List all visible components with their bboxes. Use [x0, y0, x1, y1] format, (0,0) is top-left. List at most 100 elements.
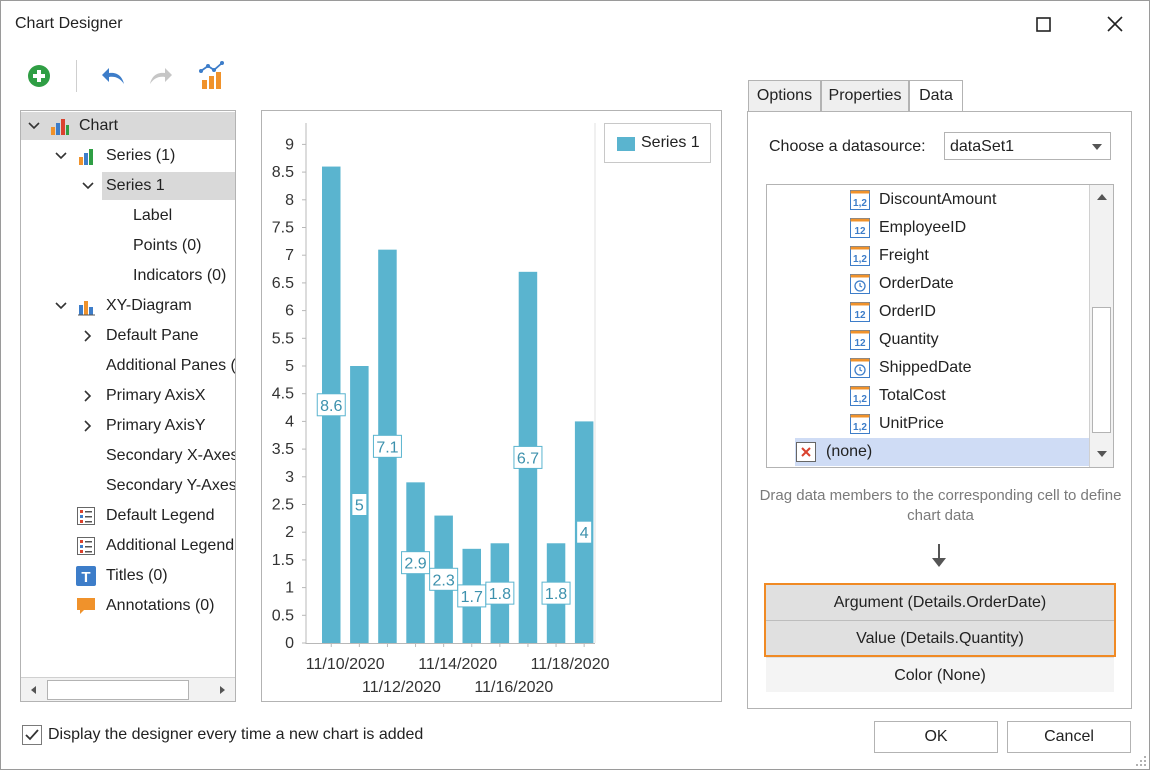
field-label: TotalCost	[879, 387, 946, 404]
y-tick-label: 6.5	[272, 275, 294, 292]
chart-wizard-button[interactable]	[196, 60, 228, 92]
add-button[interactable]	[23, 60, 55, 92]
tree-item-label: Secondary X-Axes	[106, 447, 236, 464]
x-tick-label: 11/16/2020	[474, 679, 553, 696]
undo-button[interactable]	[98, 60, 130, 92]
chevron-down-icon[interactable]	[81, 179, 95, 193]
argument-cell[interactable]: Argument (Details.OrderDate)	[766, 585, 1114, 620]
cancel-button[interactable]: Cancel	[1007, 721, 1131, 753]
scroll-up-button[interactable]	[1091, 186, 1113, 208]
data-label: 1.8	[489, 586, 511, 603]
ok-button[interactable]: OK	[874, 721, 998, 753]
field-item[interactable]: (none)	[795, 438, 1089, 466]
field-item[interactable]: 1,2 UnitPrice	[767, 410, 1089, 438]
tree-item[interactable]: Secondary X-Axes	[21, 442, 235, 470]
tree-item[interactable]: Default Pane	[21, 322, 235, 350]
data-label: 2.3	[433, 572, 455, 589]
tree-item[interactable]: Primary AxisX	[21, 382, 235, 410]
tree-item[interactable]: Primary AxisY	[21, 412, 235, 440]
chevron-left-icon	[31, 686, 36, 694]
close-button[interactable]	[1091, 5, 1137, 43]
y-tick-label: 2	[285, 524, 294, 541]
tree-item[interactable]: Label	[21, 202, 235, 230]
tree-item[interactable]: Additional Panes (	[21, 352, 235, 380]
tree-item[interactable]: Secondary Y-Axes	[21, 472, 235, 500]
annotation-icon	[77, 598, 95, 614]
show-designer-checkbox[interactable]	[22, 725, 42, 745]
field-item[interactable]: 12 EmployeeID	[767, 214, 1089, 242]
resize-grip-icon[interactable]	[1135, 755, 1147, 767]
tree-item[interactable]: Series (1)	[21, 142, 235, 170]
integer-icon: 12	[850, 302, 870, 322]
chevron-down-icon[interactable]	[27, 119, 41, 133]
scroll-thumb[interactable]	[1092, 307, 1111, 433]
y-tick-label: 8.5	[272, 164, 294, 181]
scroll-right-button[interactable]	[211, 680, 233, 700]
field-label: OrderDate	[879, 275, 954, 292]
datasource-select[interactable]: dataSet1	[944, 132, 1111, 160]
svg-text:1,2: 1,2	[853, 422, 867, 433]
redo-button[interactable]	[144, 60, 176, 92]
field-list-vertical-scrollbar[interactable]	[1089, 185, 1113, 467]
svg-text:1,2: 1,2	[853, 394, 867, 405]
data-label: 2.9	[404, 556, 426, 573]
field-label: UnitPrice	[879, 415, 944, 432]
value-cell[interactable]: Value (Details.Quantity)	[766, 621, 1114, 656]
legend-icon	[77, 507, 95, 525]
y-tick-label: 0	[285, 635, 294, 652]
toolbar-separator	[76, 60, 77, 92]
tree-item-label: Label	[133, 207, 173, 224]
tree-item-label: Indicators (0)	[133, 267, 227, 284]
chevron-right-icon[interactable]	[81, 389, 95, 403]
tree-item-label: XY-Diagram	[106, 297, 192, 314]
color-cell[interactable]: Color (None)	[766, 657, 1114, 692]
field-item[interactable]: ShippedDate	[767, 354, 1089, 382]
tree-item[interactable]: Series 1	[82, 172, 235, 200]
window-title: Chart Designer	[15, 15, 123, 32]
tree-item[interactable]: Additional Legend	[21, 532, 235, 560]
scroll-left-button[interactable]	[23, 680, 45, 700]
field-item[interactable]: 12 OrderID	[767, 298, 1089, 326]
y-tick-label: 3.5	[272, 441, 294, 458]
y-tick-label: 3	[285, 469, 294, 486]
chevron-right-icon[interactable]	[81, 419, 95, 433]
field-item[interactable]: 12 Quantity	[767, 326, 1089, 354]
field-item[interactable]: 1,2 Freight	[767, 242, 1089, 270]
tree-item[interactable]: XY-Diagram	[21, 292, 235, 320]
y-tick-label: 5	[285, 358, 294, 375]
tree-item[interactable]: Default Legend	[21, 502, 235, 530]
field-item[interactable]: OrderDate	[767, 270, 1089, 298]
chart-preview[interactable]: 0 0.5 1 1.5 2 2.5 3 3.5 4 4.5 5 5.5 6 6.5 7 7.5 8 8.5 9 8.6…	[261, 110, 722, 702]
chevron-down-icon[interactable]	[54, 299, 68, 313]
tree-horizontal-scrollbar[interactable]	[21, 677, 235, 701]
title-bar: Chart Designer	[1, 1, 1149, 47]
y-tick-label: 1.5	[272, 552, 294, 569]
chevron-down-icon[interactable]	[54, 149, 68, 163]
tab-data[interactable]: Data	[909, 80, 963, 113]
legend-swatch	[617, 137, 635, 151]
scroll-thumb[interactable]	[47, 680, 189, 700]
chevron-down-icon	[1092, 144, 1102, 150]
field-label: ShippedDate	[879, 359, 972, 376]
scroll-down-button[interactable]	[1091, 443, 1113, 465]
tree-item[interactable]: Points (0)	[21, 232, 235, 260]
y-tick-label: 6	[285, 303, 294, 320]
integer-icon: 12	[850, 218, 870, 238]
tree-item-label: Titles (0)	[106, 567, 168, 584]
data-label: 8.6	[320, 398, 342, 415]
field-label: EmployeeID	[879, 219, 967, 236]
y-tick-label: 1	[285, 580, 294, 597]
field-item[interactable]: 1,2 TotalCost	[767, 382, 1089, 410]
chevron-right-icon[interactable]	[81, 329, 95, 343]
tree-item[interactable]: Chart	[21, 112, 235, 140]
svg-text:12: 12	[854, 310, 866, 321]
data-tab-panel: Choose a datasource: dataSet1 1,2 Discoun…	[747, 111, 1132, 709]
tree-item[interactable]: Indicators (0)	[21, 262, 235, 290]
tree-item[interactable]: T Titles (0)	[21, 562, 235, 590]
tab-options[interactable]: Options	[748, 80, 821, 112]
tree-item[interactable]: Annotations (0)	[21, 592, 235, 620]
field-item[interactable]: 1,2 DiscountAmount	[767, 186, 1089, 214]
tab-properties[interactable]: Properties	[821, 80, 909, 112]
maximize-button[interactable]	[1021, 5, 1067, 43]
decimal-icon: 1,2	[850, 386, 870, 406]
